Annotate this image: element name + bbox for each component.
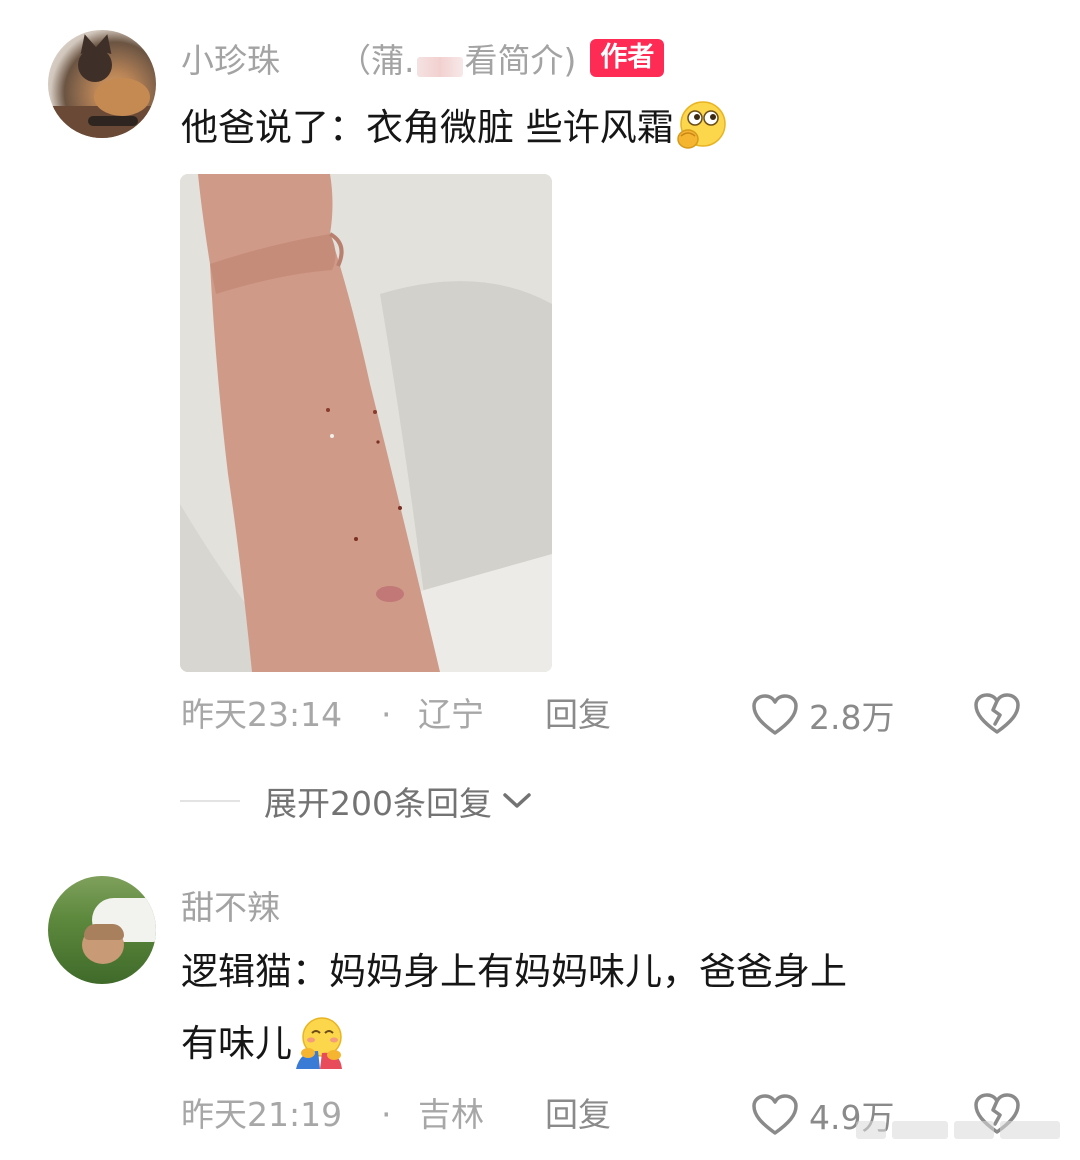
author-badge: 作者 bbox=[590, 39, 665, 77]
divider-line bbox=[180, 800, 240, 802]
comment-username[interactable]: 甜不辣 bbox=[181, 881, 280, 929]
censored-text-mark bbox=[416, 56, 463, 77]
heart-outline-icon bbox=[752, 694, 798, 735]
reply-button[interactable]: 回复 bbox=[545, 690, 611, 740]
watermark bbox=[856, 1108, 1076, 1152]
like-button[interactable]: 2.8万 bbox=[751, 690, 894, 740]
comment-meta: 昨天23:14 · 辽宁 回复 2.8万 bbox=[181, 690, 1041, 740]
username-suffix-close: 看简介) bbox=[464, 41, 577, 80]
hugging-face-emoji bbox=[296, 1016, 342, 1069]
expand-replies-button[interactable]: 展开200条回复 bbox=[180, 776, 534, 826]
comment-text: 有味儿 bbox=[181, 1008, 346, 1080]
comment-text: 他爸说了：衣角微脏 些许风霜 bbox=[181, 92, 728, 164]
watermark-mark bbox=[892, 1121, 948, 1139]
hand-over-mouth-emoji bbox=[677, 100, 726, 149]
comment-username[interactable]: 小珍珠 bbox=[181, 34, 280, 82]
chevron-down-icon bbox=[503, 793, 531, 808]
comment-region: 辽宁 bbox=[418, 695, 484, 734]
comment-text-line: 逻辑猫：妈妈身上有妈妈味儿，爸爸身上 bbox=[181, 950, 847, 993]
avatar[interactable] bbox=[48, 876, 156, 984]
expand-replies-label: 展开200条回复 bbox=[264, 784, 492, 823]
heart-outline-icon bbox=[752, 1094, 798, 1135]
comment-time: 昨天23:14 bbox=[181, 695, 343, 734]
comment-region: 吉林 bbox=[418, 1095, 484, 1134]
reply-button[interactable]: 回复 bbox=[545, 1090, 611, 1140]
comment-text: 逻辑猫：妈妈身上有妈妈味儿，爸爸身上 bbox=[181, 936, 847, 1008]
dislike-button[interactable] bbox=[973, 692, 1021, 744]
comment-text-content: 他爸说了：衣角微脏 些许风霜 bbox=[181, 106, 674, 149]
comment-author-row: 甜不辣 bbox=[181, 880, 280, 930]
avatar[interactable] bbox=[48, 30, 156, 138]
meta-separator: · bbox=[381, 695, 392, 734]
avatar-cat-body bbox=[94, 78, 150, 116]
watermark-mark bbox=[856, 1121, 886, 1139]
watermark-mark bbox=[954, 1121, 994, 1139]
avatar-person-hair bbox=[84, 924, 124, 940]
comment-author-row: 小珍珠 （蒲. 看简介) 作者 bbox=[181, 33, 665, 83]
avatar-cat-head bbox=[78, 48, 112, 82]
like-count: 2.8万 bbox=[809, 698, 895, 737]
comment-time: 昨天21:19 bbox=[181, 1095, 343, 1134]
comment-text-line: 有味儿 bbox=[181, 1022, 292, 1065]
comment-photo[interactable] bbox=[180, 174, 552, 672]
broken-heart-outline-icon bbox=[974, 693, 1020, 734]
arm-photo-image bbox=[180, 174, 552, 672]
watermark-mark bbox=[1000, 1121, 1060, 1139]
username-suffix: （蒲. 看简介) bbox=[338, 34, 576, 82]
avatar-cat-tail bbox=[88, 116, 138, 126]
meta-separator: · bbox=[381, 1095, 392, 1134]
username-suffix-open: （蒲. bbox=[338, 41, 415, 80]
